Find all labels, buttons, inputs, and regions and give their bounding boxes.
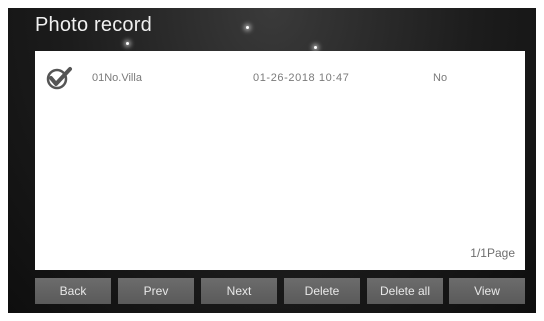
record-status: No: [433, 72, 448, 84]
page-indicator: 1/1Page: [470, 246, 515, 260]
delete-all-button[interactable]: Delete all: [367, 278, 443, 304]
photo-record-screen: Photo record 01No.Villa 01-26-2018 10:47…: [8, 8, 536, 313]
toolbar: Back Prev Next Delete Delete all View: [35, 278, 525, 304]
decorative-star: [126, 42, 129, 45]
list-item[interactable]: 01No.Villa 01-26-2018 10:47 No: [35, 65, 525, 91]
page-title: Photo record: [35, 14, 152, 36]
decorative-star: [246, 26, 249, 29]
record-datetime: 01-26-2018 10:47: [253, 72, 350, 84]
prev-button[interactable]: Prev: [118, 278, 194, 304]
checkmark-icon: [46, 67, 72, 90]
back-button[interactable]: Back: [35, 278, 111, 304]
record-list-panel: 01No.Villa 01-26-2018 10:47 No 1/1Page: [35, 51, 525, 270]
delete-button[interactable]: Delete: [284, 278, 360, 304]
record-name: 01No.Villa: [92, 72, 142, 84]
next-button[interactable]: Next: [201, 278, 277, 304]
view-button[interactable]: View: [449, 278, 525, 304]
decorative-star: [314, 46, 317, 49]
